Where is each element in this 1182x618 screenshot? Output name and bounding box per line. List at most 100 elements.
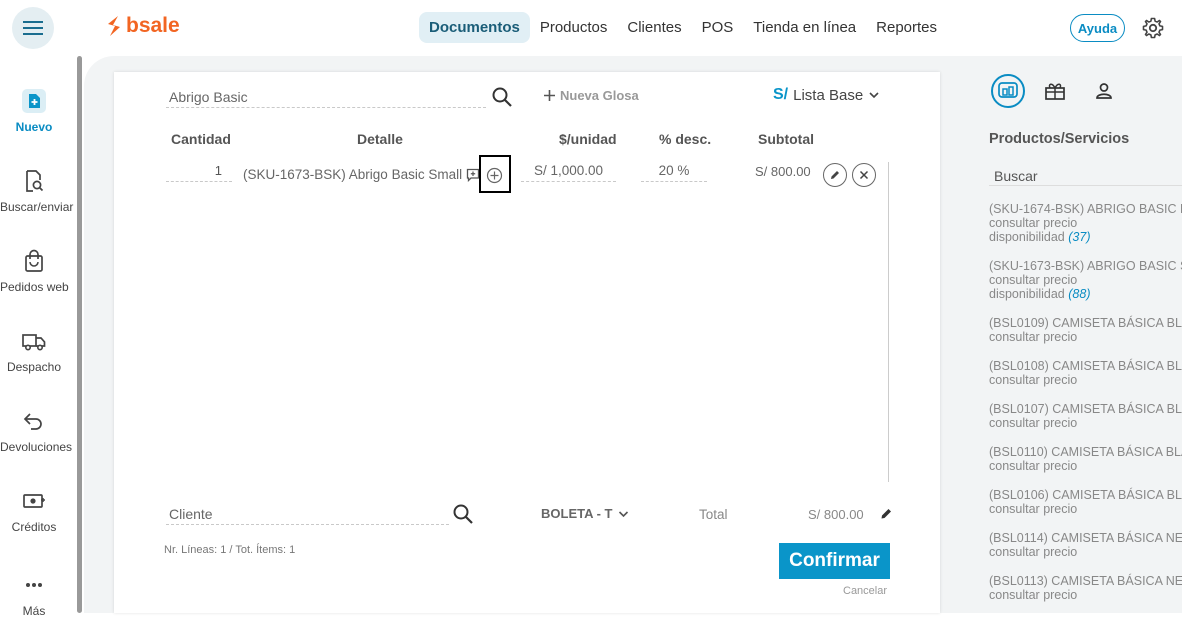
shopping-bag-icon (25, 249, 43, 272)
product-item[interactable]: (BSL0114) CAMISETA BÁSICA NEGRA consulta… (989, 531, 1182, 559)
new-gloss-label: Nueva Glosa (560, 88, 639, 103)
product-price: consultar precio (989, 373, 1078, 387)
product-availability: disponibilidad (88) (989, 287, 1182, 301)
product-name: (SKU-1673-BSK) ABRIGO BASIC SMALL (989, 259, 1182, 273)
top-bar: bsale Documentos Productos Clientes POS … (0, 0, 1182, 56)
discount-field[interactable]: 20 % (641, 162, 707, 182)
new-document-icon (22, 89, 46, 113)
document-summary: Nr. Líneas: 1 / Tot. Ítems: 1 (164, 544, 296, 556)
column-header-cantidad: Cantidad (171, 131, 231, 147)
products-icon (998, 82, 1018, 98)
gear-icon[interactable] (1141, 16, 1165, 40)
total-value: S/ 800.00 (808, 507, 864, 522)
sidebar-item-label: Buscar/enviar (0, 200, 74, 214)
product-price: consultar precio (989, 588, 1078, 602)
edit-total-pencil-icon[interactable] (880, 507, 893, 520)
product-name: (BSL0106) CAMISETA BÁSICA BLANCA (989, 488, 1182, 502)
product-price: consultar precio (989, 273, 1078, 287)
sidebar-item-devoluciones[interactable]: Devoluciones (0, 408, 72, 454)
more-dots-icon (26, 583, 42, 587)
brand-logo[interactable]: bsale (106, 14, 180, 38)
column-header-subtotal: Subtotal (758, 131, 814, 147)
main-nav: Documentos Productos Clientes POS Tienda… (419, 12, 947, 43)
product-search-field[interactable]: Abrigo Basic (166, 86, 486, 108)
bsale-logo-icon (108, 16, 120, 36)
tab-products[interactable] (991, 74, 1025, 108)
client-field[interactable]: Cliente (166, 503, 449, 525)
availability-label: disponibilidad (989, 230, 1065, 244)
sidebar-item-mas[interactable]: Más (0, 572, 68, 618)
lines-scrollbar[interactable] (888, 162, 889, 482)
nav-clientes[interactable]: Clientes (617, 12, 691, 43)
line-detail: (SKU-1673-BSK) Abrigo Basic Small (243, 167, 463, 182)
panel-title: Productos/Servicios (989, 131, 1130, 147)
nav-pos[interactable]: POS (692, 12, 744, 43)
product-price: consultar precio (989, 416, 1078, 430)
product-item[interactable]: (BSL0106) CAMISETA BÁSICA BLANCA consult… (989, 488, 1182, 516)
sidebar: Nuevo Buscar/enviar Pedidos web Despacho… (0, 56, 78, 618)
column-header-discount: % desc. (659, 131, 712, 147)
client-search-icon[interactable] (452, 503, 474, 525)
availability-count: (37) (1068, 230, 1091, 244)
sidebar-item-buscar-enviar[interactable]: Buscar/enviar (0, 168, 73, 214)
pencil-icon (831, 171, 839, 179)
product-item[interactable]: (SKU-1673-BSK) ABRIGO BASIC SMALL consul… (989, 259, 1182, 301)
panel-search-field[interactable]: Buscar (989, 166, 1182, 186)
sidebar-item-label: Devoluciones (0, 440, 73, 454)
document-type-label: BOLETA - T (541, 506, 613, 521)
search-icon[interactable] (491, 86, 513, 108)
nav-reportes[interactable]: Reportes (866, 12, 947, 43)
sidebar-scrollbar[interactable] (77, 56, 82, 613)
availability-count: (88) (1068, 287, 1091, 301)
sidebar-item-despacho[interactable]: Despacho (0, 328, 68, 374)
product-name: (BSL0113) CAMISETA BÁSICA NEGRA (989, 574, 1182, 588)
sidebar-item-nuevo[interactable]: Nuevo (0, 88, 68, 134)
add-detail-button[interactable] (479, 155, 511, 193)
product-price: consultar precio (989, 545, 1078, 559)
chevron-down-icon (869, 92, 879, 99)
sidebar-item-label: Pedidos web (0, 280, 69, 294)
cancel-link[interactable]: Cancelar (843, 585, 887, 597)
money-icon (23, 494, 45, 508)
help-button[interactable]: Ayuda (1070, 14, 1125, 42)
product-item[interactable]: (BSL0109) CAMISETA BÁSICA BLANCA consult… (989, 316, 1182, 344)
product-item[interactable]: (BSL0108) CAMISETA BÁSICA BLANCA consult… (989, 359, 1182, 387)
quantity-field[interactable]: 1 (166, 162, 232, 182)
nav-tienda-en-linea[interactable]: Tienda en línea (743, 12, 866, 43)
truck-icon (22, 334, 46, 351)
product-item[interactable]: (SKU-1674-BSK) ABRIGO BASIC MEDIUM consu… (989, 202, 1182, 244)
product-item[interactable]: (BSL0110) CAMISETA BÁSICA BLANCA consult… (989, 445, 1182, 473)
total-label: Total (699, 507, 728, 522)
unit-price-field[interactable]: S/ 1,000.00 (521, 162, 616, 182)
sidebar-item-label: Despacho (6, 360, 62, 374)
nav-productos[interactable]: Productos (530, 12, 618, 43)
product-availability: disponibilidad (37) (989, 230, 1182, 244)
currency-symbol: S/ (773, 86, 789, 103)
brand-name: bsale (126, 14, 180, 37)
product-item[interactable]: (BSL0113) CAMISETA BÁSICA NEGRA consulta… (989, 574, 1182, 602)
new-gloss-button[interactable]: Nueva Glosa (543, 88, 639, 103)
product-price: consultar precio (989, 459, 1078, 473)
nav-documentos[interactable]: Documentos (419, 12, 530, 43)
search-document-icon (26, 170, 44, 192)
product-item[interactable]: (BSL0107) CAMISETA BÁSICA BLANCA consult… (989, 402, 1182, 430)
remove-line-button[interactable] (852, 163, 876, 187)
column-header-detalle: Detalle (357, 131, 403, 147)
menu-button[interactable] (12, 7, 54, 49)
sidebar-item-pedidos-web[interactable]: Pedidos web (0, 248, 69, 294)
document-type-selector[interactable]: BOLETA - T (541, 506, 629, 521)
confirm-button[interactable]: Confirmar (779, 543, 890, 579)
sidebar-item-creditos[interactable]: Créditos (0, 488, 68, 534)
tab-promotions[interactable] (1038, 74, 1072, 108)
product-name: (BSL0108) CAMISETA BÁSICA BLANCA (989, 359, 1182, 373)
close-icon (859, 170, 869, 180)
hamburger-icon (23, 21, 43, 35)
tab-client[interactable] (1087, 74, 1121, 108)
product-name: (BSL0110) CAMISETA BÁSICA BLANCA (989, 445, 1182, 459)
price-list-selector[interactable]: S/ Lista Base (773, 86, 880, 104)
edit-line-button[interactable] (823, 163, 847, 187)
comment-icon[interactable] (466, 168, 480, 182)
gift-icon (1045, 83, 1065, 100)
return-arrow-icon (23, 413, 42, 430)
price-list-label: Lista Base (793, 86, 864, 104)
